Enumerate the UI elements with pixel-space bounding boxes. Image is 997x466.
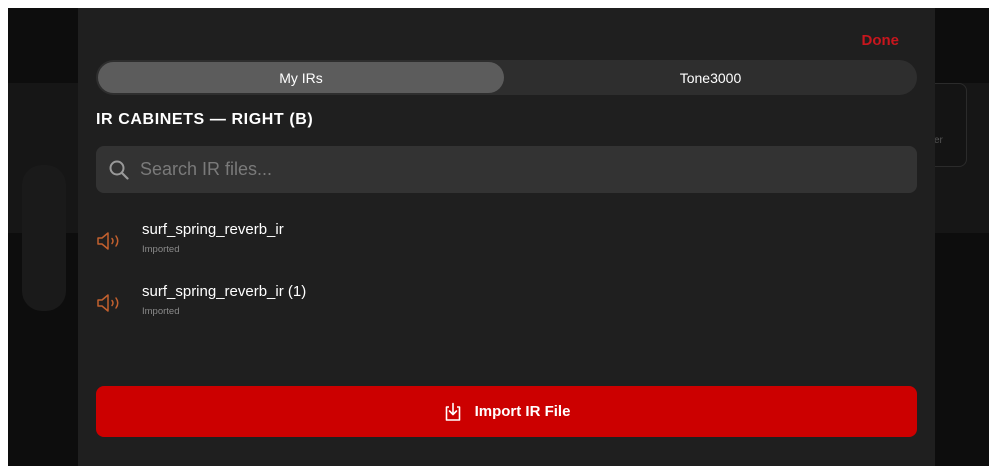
done-button[interactable]: Done — [862, 32, 900, 49]
background-card-text: er — [934, 135, 943, 146]
source-segmented-control: My IRs Tone3000 — [96, 60, 917, 95]
search-bar — [96, 146, 917, 193]
ir-file-name: surf_spring_reverb_ir — [142, 221, 284, 238]
background-pill — [22, 165, 66, 311]
ir-file-name: surf_spring_reverb_ir (1) — [142, 283, 307, 300]
speaker-icon — [97, 232, 119, 250]
ir-file-item[interactable]: surf_spring_reverb_ir (1) Imported — [96, 280, 917, 326]
speaker-icon — [97, 294, 119, 312]
import-button-label: Import IR File — [474, 403, 571, 420]
import-icon — [445, 402, 460, 421]
import-ir-file-button[interactable]: Import IR File — [96, 386, 917, 437]
section-title: IR CABINETS — RIGHT (B) — [96, 111, 314, 128]
ir-file-status: Imported — [142, 306, 180, 317]
ir-file-status: Imported — [142, 244, 180, 255]
ir-picker-sheet: Done My IRs Tone3000 IR CABINETS — RIGHT… — [78, 8, 935, 466]
tab-tone3000[interactable]: Tone3000 — [506, 62, 915, 93]
search-icon — [109, 160, 129, 180]
ir-file-item[interactable]: surf_spring_reverb_ir Imported — [96, 218, 917, 264]
tab-my-irs[interactable]: My IRs — [98, 62, 504, 93]
search-input[interactable] — [140, 146, 900, 193]
